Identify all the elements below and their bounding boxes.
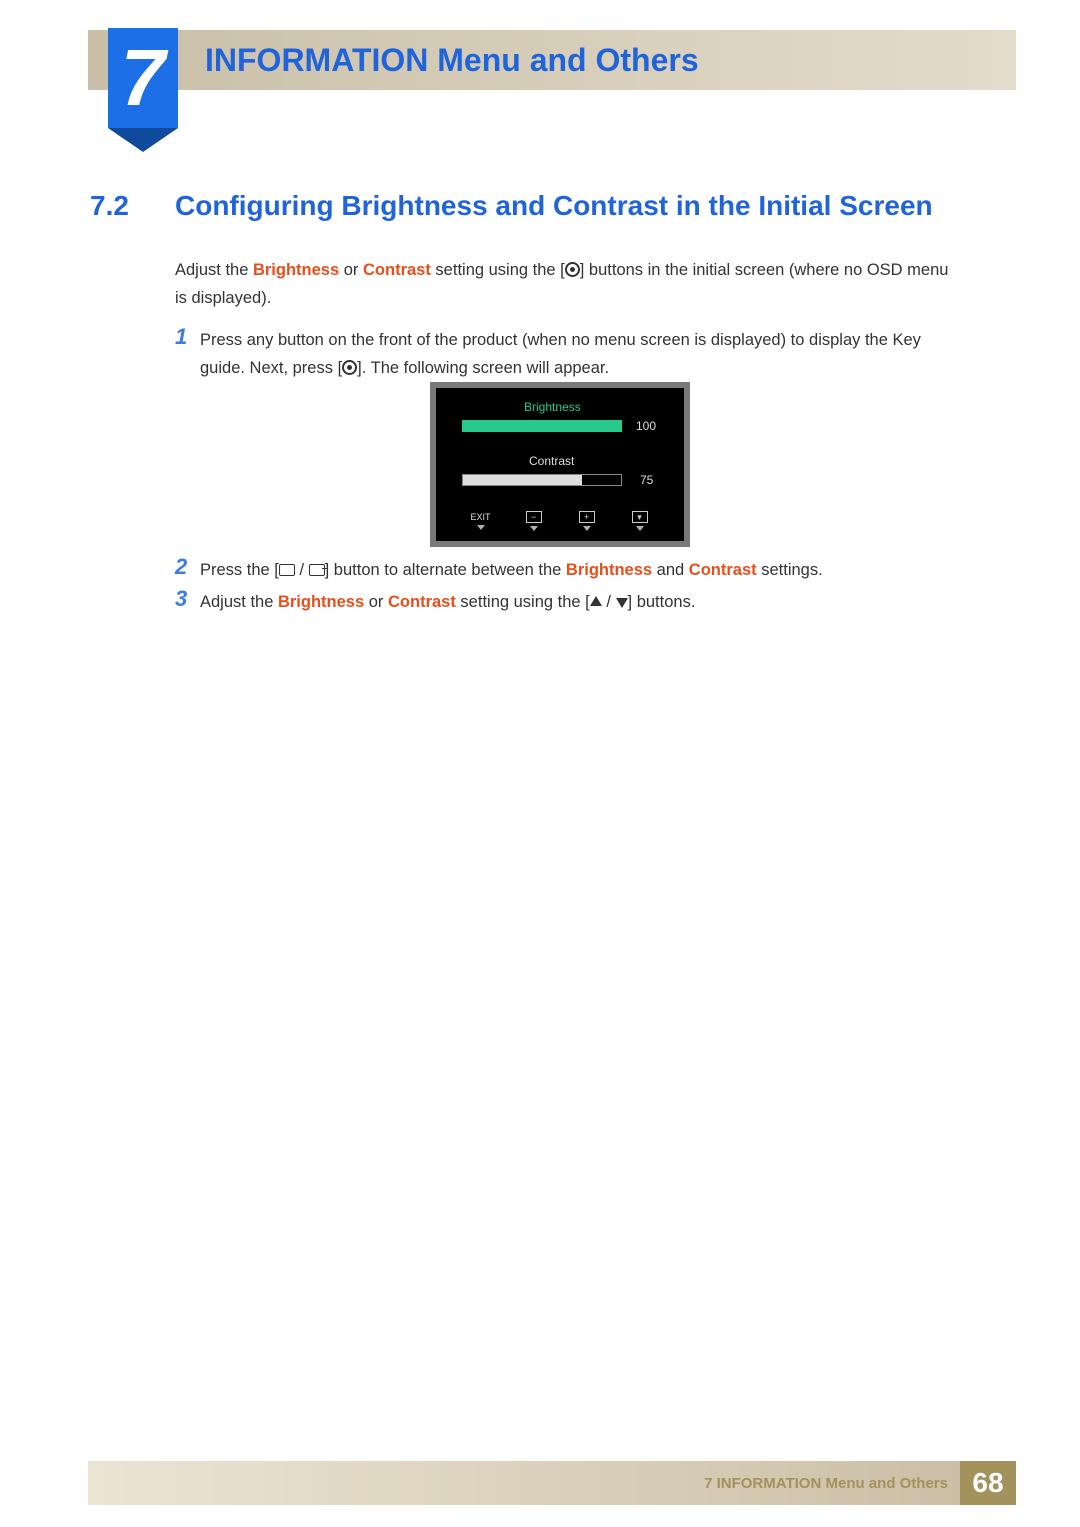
osd-plus-button[interactable]: +	[569, 511, 605, 531]
section-number: 7.2	[90, 190, 129, 222]
osd-inner: Brightness 100 Contrast 75 EXIT − + ▾	[436, 388, 684, 541]
highlight-brightness: Brightness	[566, 561, 652, 579]
chevron-down-icon	[583, 526, 591, 531]
footer-chapter-title: 7 INFORMATION Menu and Others	[704, 1475, 948, 1492]
text: or	[364, 593, 388, 611]
text: setting using the [	[456, 593, 590, 611]
triangle-up-icon	[590, 596, 602, 606]
source-icon	[309, 564, 325, 576]
osd-panel: Brightness 100 Contrast 75 EXIT − + ▾	[430, 382, 690, 547]
osd-exit-label: EXIT	[470, 512, 490, 522]
section-title: Configuring Brightness and Contrast in t…	[175, 190, 933, 222]
minus-icon: −	[526, 511, 542, 523]
chevron-down-icon	[477, 525, 485, 530]
text: Press the [	[200, 561, 279, 579]
osd-brightness-bar[interactable]	[462, 420, 622, 432]
text: settings.	[757, 561, 823, 579]
chapter-title: INFORMATION Menu and Others	[205, 42, 699, 79]
chevron-down-icon	[530, 526, 538, 531]
chevron-down-icon	[636, 526, 644, 531]
osd-contrast-value: 75	[640, 473, 653, 487]
osd-contrast-fill	[463, 475, 582, 485]
chapter-number: 7	[121, 32, 166, 124]
text: ] buttons.	[628, 593, 696, 611]
text: Adjust the	[175, 261, 253, 279]
plus-icon: +	[579, 511, 595, 523]
intro-paragraph: Adjust the Brightness or Contrast settin…	[175, 256, 950, 312]
text: or	[339, 261, 363, 279]
text: Adjust the	[200, 593, 278, 611]
step-2-text: Press the [ / ] button to alternate betw…	[200, 556, 970, 584]
down-icon: ▾	[632, 511, 648, 523]
step-3-text: Adjust the Brightness or Contrast settin…	[200, 588, 970, 616]
osd-brightness-value: 100	[636, 419, 656, 433]
chapter-badge: 7	[108, 28, 178, 128]
pip-icon	[279, 564, 295, 576]
osd-brightness-label: Brightness	[524, 400, 581, 414]
osd-contrast-bar[interactable]	[462, 474, 622, 486]
highlight-brightness: Brightness	[278, 593, 364, 611]
text: and	[652, 561, 689, 579]
osd-contrast-label: Contrast	[529, 454, 574, 468]
text: ]. The following screen will appear.	[357, 359, 609, 377]
target-icon	[565, 262, 580, 277]
step-2-number: 2	[175, 554, 187, 580]
triangle-down-icon	[616, 598, 628, 608]
osd-down-button[interactable]: ▾	[622, 511, 658, 531]
footer-bar: 7 INFORMATION Menu and Others 68	[88, 1461, 1016, 1505]
highlight-contrast: Contrast	[388, 593, 456, 611]
step-1-text: Press any button on the front of the pro…	[200, 326, 970, 382]
highlight-contrast: Contrast	[363, 261, 431, 279]
osd-exit-button[interactable]: EXIT	[463, 512, 499, 530]
highlight-contrast: Contrast	[689, 561, 757, 579]
page-number: 68	[960, 1461, 1016, 1505]
text: ] button to alternate between the	[325, 561, 566, 579]
osd-minus-button[interactable]: −	[516, 511, 552, 531]
step-3-number: 3	[175, 586, 187, 612]
osd-button-row: EXIT − + ▾	[436, 501, 684, 541]
target-icon	[342, 360, 357, 375]
text: setting using the [	[431, 261, 565, 279]
step-1-number: 1	[175, 324, 187, 350]
highlight-brightness: Brightness	[253, 261, 339, 279]
